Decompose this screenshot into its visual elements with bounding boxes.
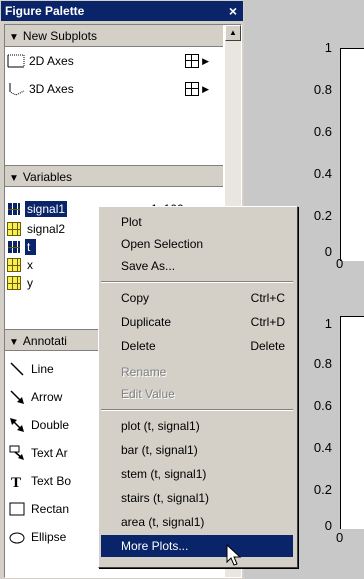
annotation-label: Ellipse	[31, 530, 67, 544]
menu-item-more-plots[interactable]: More Plots...	[101, 535, 293, 557]
ellipse-icon	[9, 532, 25, 544]
2d-axes-item[interactable]: 2D Axes ▶	[5, 49, 223, 73]
annotation-label: Arrow	[31, 390, 63, 404]
menu-item-save-as[interactable]: Save As...	[101, 255, 293, 277]
y-tick-label: 0.8	[313, 82, 332, 97]
annotation-label: Rectan	[31, 502, 70, 516]
palette-titlebar: Figure Palette ×	[1, 1, 243, 21]
y-tick-label: 0	[324, 518, 332, 533]
double-arrow-icon	[10, 418, 24, 432]
arrow-right-icon[interactable]: ▶	[202, 49, 209, 73]
annotation-label: Line	[31, 362, 54, 376]
mouse-cursor-icon	[226, 544, 242, 566]
menu-label: stairs (t, signal1)	[121, 491, 210, 505]
palette-title: Figure Palette	[5, 4, 85, 18]
variable-matrix-icon	[7, 258, 21, 272]
y-tick-label: 0	[324, 244, 332, 259]
annotation-label: Text Ar	[31, 446, 68, 460]
menu-item-copy[interactable]: Copy Ctrl+C	[101, 287, 293, 309]
variable-context-menu: Plot Open Selection Save As... Copy Ctrl+…	[98, 206, 298, 568]
y-tick-label: 1	[324, 316, 332, 331]
variable-matrix-icon	[7, 202, 21, 216]
menu-label: More Plots...	[121, 539, 189, 553]
menu-item-edit-value[interactable]: Edit Value	[101, 383, 293, 405]
menu-label: plot (t, signal1)	[121, 419, 200, 433]
menu-item-area-t-signal1[interactable]: area (t, signal1)	[101, 511, 293, 533]
section-title: Annotati	[22, 334, 67, 348]
menu-item-stairs-t-signal1[interactable]: stairs (t, signal1)	[101, 487, 293, 509]
annotation-label: Double	[31, 418, 70, 432]
menu-shortcut: Ctrl+C	[250, 291, 285, 305]
menu-item-bar-t-signal1[interactable]: bar (t, signal1)	[101, 439, 293, 461]
section-title: New Subplots	[22, 29, 97, 43]
close-icon[interactable]: ×	[229, 1, 237, 21]
menu-separator	[101, 409, 293, 411]
menu-label: Copy	[121, 291, 150, 305]
menu-label: Delete	[121, 339, 156, 353]
scroll-up-button[interactable]: ▲	[225, 25, 241, 41]
item-label: 2D Axes	[29, 54, 74, 68]
menu-item-duplicate[interactable]: Duplicate Ctrl+D	[101, 311, 293, 333]
menu-label: area (t, signal1)	[121, 515, 205, 529]
text-box-icon: T	[11, 475, 21, 489]
x-tick-label: 0	[336, 256, 344, 271]
svg-text:T: T	[11, 475, 21, 489]
menu-item-stem-t-signal1[interactable]: stem (t, signal1)	[101, 463, 293, 485]
grid-layout-icon[interactable]	[185, 82, 199, 96]
menu-shortcut: Ctrl+D	[250, 315, 285, 329]
menu-label: bar (t, signal1)	[121, 443, 198, 457]
menu-label: Plot	[121, 215, 142, 229]
y-tick-label: 0.4	[313, 440, 332, 455]
arrow-icon	[10, 390, 24, 404]
menu-item-plot[interactable]: Plot	[101, 211, 293, 233]
variable-name: x	[27, 258, 33, 272]
y-tick-label: 0.6	[313, 124, 332, 139]
variable-name: t	[25, 239, 37, 255]
variable-name: signal2	[27, 222, 66, 236]
annotation-label: Text Bo	[31, 474, 72, 488]
menu-separator	[101, 281, 293, 283]
arrow-right-icon[interactable]: ▶	[202, 77, 209, 101]
variable-name: signal1	[25, 201, 68, 217]
grid-layout-icon[interactable]	[185, 54, 199, 68]
y-tick-label: 0.8	[313, 356, 332, 371]
section-title: Variables	[22, 170, 73, 184]
y-tick-label: 0.4	[313, 166, 332, 181]
x-tick-label: 0	[336, 530, 344, 545]
y-tick-label: 1	[324, 40, 332, 55]
variable-matrix-icon	[7, 222, 21, 236]
y-tick-label: 0.2	[313, 208, 332, 223]
variable-matrix-icon	[7, 240, 21, 254]
2d-axes-icon	[7, 54, 25, 68]
menu-shortcut: Delete	[250, 339, 285, 353]
bottom-axes[interactable]	[340, 316, 364, 529]
menu-label: Duplicate	[121, 315, 172, 329]
collapse-triangle-icon: ▼	[9, 32, 19, 43]
text-arrow-icon	[9, 445, 24, 460]
variable-name: y	[27, 276, 33, 290]
3d-axes-item[interactable]: 3D Axes ▶	[5, 77, 223, 101]
variable-matrix-icon	[7, 276, 21, 290]
3d-axes-icon	[9, 83, 25, 96]
menu-label: Edit Value	[121, 387, 175, 401]
menu-item-open-selection[interactable]: Open Selection	[101, 233, 293, 255]
line-icon	[10, 362, 24, 376]
menu-item-rename[interactable]: Rename	[101, 361, 293, 383]
menu-label: Save As...	[121, 259, 176, 273]
y-tick-label: 0.6	[313, 398, 332, 413]
y-tick-label: 0.2	[313, 482, 332, 497]
menu-label: Open Selection	[121, 237, 204, 251]
menu-item-plot-t-signal1[interactable]: plot (t, signal1)	[101, 415, 293, 437]
menu-label: Rename	[121, 365, 167, 379]
new-subplots-header[interactable]: ▼ New Subplots	[5, 25, 223, 47]
variables-header[interactable]: ▼ Variables	[5, 165, 223, 187]
top-axes[interactable]	[340, 48, 364, 261]
menu-item-delete[interactable]: Delete Delete	[101, 335, 293, 357]
rectangle-icon	[9, 502, 25, 516]
item-label: 3D Axes	[29, 82, 74, 96]
menu-label: stem (t, signal1)	[121, 467, 207, 481]
collapse-triangle-icon: ▼	[9, 173, 19, 184]
collapse-triangle-icon: ▼	[9, 337, 19, 348]
